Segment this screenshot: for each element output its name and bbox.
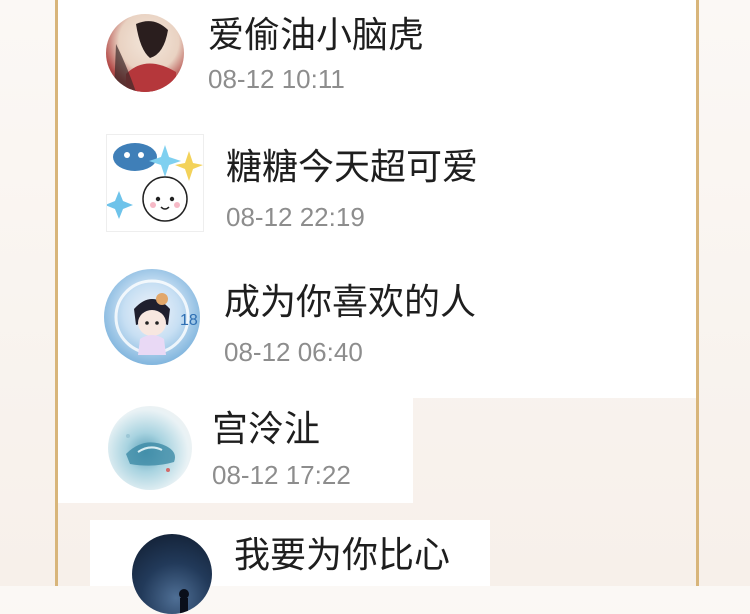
contact-name: 成为你喜欢的人 [224, 282, 477, 323]
avatar [106, 134, 204, 232]
list-item[interactable]: 宫泠沚 08-12 17:22 [100, 400, 420, 500]
avatar-illustration [114, 21, 176, 92]
avatar [108, 406, 192, 490]
contact-time: 08-12 22:19 [226, 202, 365, 232]
avatar [106, 14, 184, 92]
list-item[interactable]: 18 成为你喜欢的人 08-12 06:40 [100, 265, 520, 370]
contact-time: 08-12 06:40 [224, 337, 363, 367]
avatar-illustration [126, 434, 175, 472]
avatar-illustration [179, 589, 189, 614]
contact-time: 08-12 17:22 [212, 460, 351, 490]
contact-time: 08-12 10:11 [208, 64, 345, 94]
avatar-badge-number: 18 [180, 312, 198, 329]
list-item[interactable]: 爱偷油小脑虎 08-12 10:11 [100, 8, 500, 98]
contact-name: 我要为你比心 [234, 535, 451, 576]
list-item[interactable]: 糖糖今天超可爱 08-12 22:19 [100, 130, 520, 235]
frame-right-border [696, 0, 699, 586]
contact-name: 糖糖今天超可爱 [226, 147, 479, 188]
contact-name: 宫泠沚 [212, 409, 321, 450]
list-item[interactable]: 我要为你比心 [100, 520, 490, 614]
contact-name: 爱偷油小脑虎 [208, 15, 425, 56]
avatar-illustration [107, 143, 203, 222]
avatar [132, 534, 212, 614]
